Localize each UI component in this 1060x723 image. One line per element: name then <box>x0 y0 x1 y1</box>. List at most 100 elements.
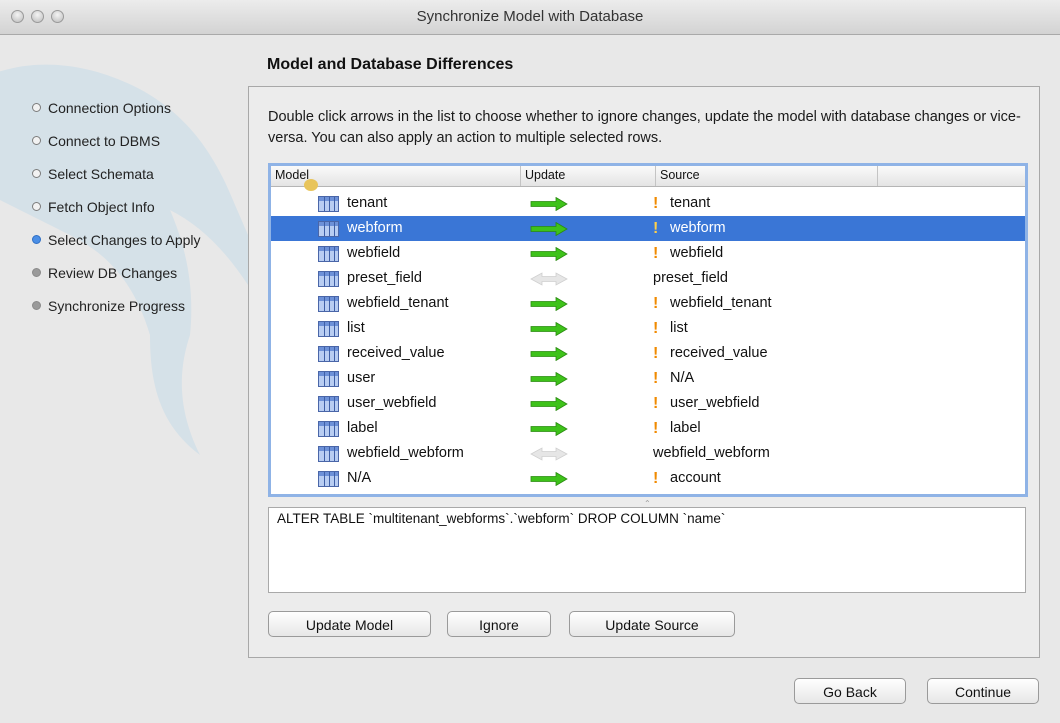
source-cell: ! received_value <box>653 341 768 366</box>
title-bar: Synchronize Model with Database <box>0 0 1060 35</box>
warning-icon: ! <box>653 370 659 387</box>
table-row[interactable]: list ! list <box>271 316 1025 341</box>
model-name: list <box>347 320 365 336</box>
model-cell: user_webfield <box>318 391 436 416</box>
model-name: tenant <box>347 195 388 211</box>
wizard-step: Connection Options <box>32 91 201 124</box>
warning-icon: ! <box>653 220 659 237</box>
table-icon <box>318 395 339 412</box>
update-direction-arrow-icon[interactable] <box>530 191 568 216</box>
ignore-button[interactable]: Ignore <box>447 611 551 637</box>
update-direction-arrow-icon[interactable] <box>530 266 568 291</box>
update-direction-arrow-icon[interactable] <box>530 291 568 316</box>
table-icon <box>318 445 339 462</box>
model-name: N/A <box>347 470 372 486</box>
source-cell: ! account <box>653 466 721 491</box>
model-name: received_value <box>347 345 445 361</box>
warning-icon: ! <box>653 245 659 262</box>
source-cell: ! N/A <box>653 366 694 391</box>
update-direction-arrow-icon[interactable] <box>530 466 568 491</box>
step-label: Select Changes to Apply <box>48 231 201 248</box>
update-direction-arrow-icon[interactable] <box>530 241 568 266</box>
table-row[interactable]: webfield! webfield <box>271 241 1025 266</box>
model-cell: label <box>318 416 378 441</box>
source-name: tenant <box>670 195 711 211</box>
table-icon <box>318 320 339 337</box>
table-row[interactable]: label! label <box>271 416 1025 441</box>
table-row[interactable]: preset_field preset_field <box>271 266 1025 291</box>
update-direction-arrow-icon[interactable] <box>530 216 568 241</box>
continue-button[interactable]: Continue <box>927 678 1039 704</box>
source-name: webform <box>670 220 726 236</box>
source-cell: ! list <box>653 316 688 341</box>
step-bullet-icon <box>32 169 41 178</box>
differences-table[interactable]: Model Update Source tenant! tenant webform… <box>268 163 1028 497</box>
wizard-step: Select Schemata <box>32 157 201 190</box>
column-header-update[interactable]: Update <box>521 166 656 186</box>
warning-icon: ! <box>653 320 659 337</box>
go-back-button[interactable]: Go Back <box>794 678 906 704</box>
model-name: label <box>347 420 378 436</box>
warning-icon: ! <box>653 195 659 212</box>
source-cell: ! webfield_tenant <box>653 291 772 316</box>
splitter-handle[interactable]: ⌃ <box>644 499 651 508</box>
warning-icon: ! <box>653 345 659 362</box>
update-model-button[interactable]: Update Model <box>268 611 431 637</box>
model-cell: tenant <box>318 191 387 216</box>
model-name: user_webfield <box>347 395 437 411</box>
source-cell: ! user_webfield <box>653 391 759 416</box>
source-name: received_value <box>670 345 768 361</box>
source-name: preset_field <box>653 270 728 286</box>
table-icon <box>318 270 339 287</box>
update-direction-arrow-icon[interactable] <box>530 416 568 441</box>
model-cell: webfield_tenant <box>318 291 449 316</box>
step-label: Synchronize Progress <box>48 297 185 314</box>
table-row[interactable]: user_webfield ! user_webfield <box>271 391 1025 416</box>
table-icon <box>318 245 339 262</box>
update-source-button[interactable]: Update Source <box>569 611 735 637</box>
table-icon <box>318 195 339 212</box>
step-bullet-icon <box>32 301 41 310</box>
step-bullet-icon <box>32 235 41 244</box>
model-cell: N/A <box>318 466 371 491</box>
table-header: Model Update Source <box>271 166 1025 187</box>
update-direction-arrow-icon[interactable] <box>530 316 568 341</box>
table-icon <box>318 470 339 487</box>
step-label: Connection Options <box>48 99 171 116</box>
table-row[interactable]: received_value! received_value <box>271 341 1025 366</box>
warning-icon: ! <box>653 420 659 437</box>
sql-preview[interactable]: ALTER TABLE `multitenant_webforms`.`webf… <box>268 507 1026 593</box>
instructions-text: Double click arrows in the list to choos… <box>268 109 1021 146</box>
model-cell: received_value <box>318 341 445 366</box>
table-row[interactable]: tenant! tenant <box>271 191 1025 216</box>
update-direction-arrow-icon[interactable] <box>530 366 568 391</box>
column-header-source[interactable]: Source <box>656 166 878 186</box>
model-name: webfield_webform <box>347 445 464 461</box>
table-icon <box>318 370 339 387</box>
source-cell: ! webform <box>653 216 726 241</box>
wizard-steps: Connection Options Connect to DBMS Select … <box>32 91 201 322</box>
source-cell: ! webfield <box>653 241 723 266</box>
table-row[interactable]: webfield_tenant! webfield_tenant <box>271 291 1025 316</box>
table-row[interactable]: webform! webform <box>271 216 1025 241</box>
update-direction-arrow-icon[interactable] <box>530 441 568 466</box>
table-icon <box>318 295 339 312</box>
source-name: webfield_tenant <box>670 295 772 311</box>
table-body: tenant! tenant webform! webform webfield! web… <box>271 191 1025 491</box>
source-name: N/A <box>670 370 695 386</box>
source-cell: webfield_webform <box>653 441 770 466</box>
table-row[interactable]: N/A ! account <box>271 466 1025 491</box>
table-icon <box>318 420 339 437</box>
source-cell: preset_field <box>653 266 728 291</box>
model-name: preset_field <box>347 270 422 286</box>
update-direction-arrow-icon[interactable] <box>530 391 568 416</box>
source-name: webfield_webform <box>653 445 770 461</box>
table-row[interactable]: webfield_webform webfield_webform <box>271 441 1025 466</box>
model-name: user <box>347 370 376 386</box>
update-direction-arrow-icon[interactable] <box>530 341 568 366</box>
source-name: account <box>670 470 721 486</box>
table-row[interactable]: user! N/A <box>271 366 1025 391</box>
model-cell: preset_field <box>318 266 422 291</box>
step-bullet-icon <box>32 103 41 112</box>
model-cell: user <box>318 366 375 391</box>
